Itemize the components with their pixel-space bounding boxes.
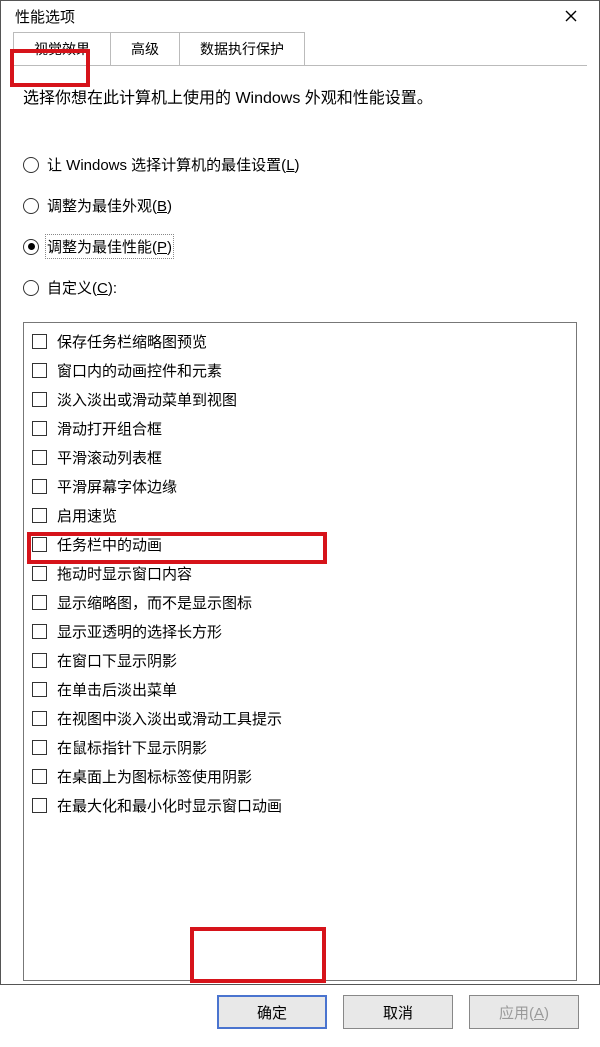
option-item[interactable]: 在桌面上为图标标签使用阴影 <box>30 762 570 791</box>
intro-text: 选择你想在此计算机上使用的 Windows 外观和性能设置。 <box>23 84 577 108</box>
checkbox-icon <box>32 566 47 581</box>
option-label: 窗口内的动画控件和元素 <box>57 360 222 381</box>
options-listbox[interactable]: 保存任务栏缩略图预览窗口内的动画控件和元素淡入淡出或滑动菜单到视图滑动打开组合框… <box>23 322 577 981</box>
radio-let-windows[interactable]: 让 Windows 选择计算机的最佳设置(L) <box>23 154 577 175</box>
option-label: 在窗口下显示阴影 <box>57 650 177 671</box>
checkbox-icon <box>32 595 47 610</box>
apply-button[interactable]: 应用(A) <box>469 995 579 1029</box>
option-item[interactable]: 滑动打开组合框 <box>30 414 570 443</box>
radio-icon <box>23 280 39 296</box>
close-button[interactable] <box>551 1 591 31</box>
option-label: 滑动打开组合框 <box>57 418 162 439</box>
checkbox-icon <box>32 363 47 378</box>
tabs: 视觉效果 高级 数据执行保护 <box>1 31 599 65</box>
checkbox-icon <box>32 653 47 668</box>
option-item[interactable]: 启用速览 <box>30 501 570 530</box>
option-label: 启用速览 <box>57 505 117 526</box>
option-item[interactable]: 淡入淡出或滑动菜单到视图 <box>30 385 570 414</box>
tab-dep[interactable]: 数据执行保护 <box>179 32 305 66</box>
window-title: 性能选项 <box>15 6 75 27</box>
option-label: 显示亚透明的选择长方形 <box>57 621 222 642</box>
tab-visual-effects[interactable]: 视觉效果 <box>13 32 111 66</box>
checkbox-icon <box>32 798 47 813</box>
ok-button[interactable]: 确定 <box>217 995 327 1029</box>
checkbox-icon <box>32 479 47 494</box>
checkbox-icon <box>32 508 47 523</box>
option-label: 在最大化和最小化时显示窗口动画 <box>57 795 282 816</box>
checkbox-icon <box>32 421 47 436</box>
radio-icon <box>23 239 39 255</box>
titlebar: 性能选项 <box>1 1 599 31</box>
radio-custom[interactable]: 自定义(C): <box>23 277 577 298</box>
option-label: 在鼠标指针下显示阴影 <box>57 737 207 758</box>
option-label: 显示缩略图，而不是显示图标 <box>57 592 252 613</box>
tab-content: 选择你想在此计算机上使用的 Windows 外观和性能设置。 让 Windows… <box>13 65 587 991</box>
checkbox-icon <box>32 682 47 697</box>
dialog-buttons: 确定 取消 应用(A) <box>1 991 599 1047</box>
checkbox-icon <box>32 624 47 639</box>
option-item[interactable]: 任务栏中的动画 <box>30 530 570 559</box>
option-item[interactable]: 窗口内的动画控件和元素 <box>30 356 570 385</box>
option-label: 淡入淡出或滑动菜单到视图 <box>57 389 237 410</box>
option-item[interactable]: 显示缩略图，而不是显示图标 <box>30 588 570 617</box>
radio-group: 让 Windows 选择计算机的最佳设置(L) 调整为最佳外观(B) 调整为最佳… <box>23 142 577 318</box>
checkbox-icon <box>32 392 47 407</box>
cancel-button[interactable]: 取消 <box>343 995 453 1029</box>
close-icon <box>565 10 577 22</box>
radio-best-performance[interactable]: 调整为最佳性能(P) <box>23 236 577 257</box>
checkbox-icon <box>32 769 47 784</box>
radio-icon <box>23 198 39 214</box>
radio-best-appearance[interactable]: 调整为最佳外观(B) <box>23 195 577 216</box>
option-item[interactable]: 保存任务栏缩略图预览 <box>30 327 570 356</box>
option-label: 在桌面上为图标标签使用阴影 <box>57 766 252 787</box>
checkbox-icon <box>32 711 47 726</box>
checkbox-icon <box>32 537 47 552</box>
checkbox-icon <box>32 450 47 465</box>
option-label: 在视图中淡入淡出或滑动工具提示 <box>57 708 282 729</box>
option-label: 拖动时显示窗口内容 <box>57 563 192 584</box>
radio-icon <box>23 157 39 173</box>
option-item[interactable]: 显示亚透明的选择长方形 <box>30 617 570 646</box>
option-item[interactable]: 在单击后淡出菜单 <box>30 675 570 704</box>
option-label: 平滑滚动列表框 <box>57 447 162 468</box>
option-label: 保存任务栏缩略图预览 <box>57 331 207 352</box>
option-label: 平滑屏幕字体边缘 <box>57 476 177 497</box>
performance-options-window: 性能选项 视觉效果 高级 数据执行保护 选择你想在此计算机上使用的 Window… <box>0 0 600 985</box>
option-label: 任务栏中的动画 <box>57 534 162 555</box>
option-item[interactable]: 在最大化和最小化时显示窗口动画 <box>30 791 570 820</box>
option-item[interactable]: 拖动时显示窗口内容 <box>30 559 570 588</box>
checkbox-icon <box>32 334 47 349</box>
checkbox-icon <box>32 740 47 755</box>
tab-advanced[interactable]: 高级 <box>110 32 180 66</box>
option-label: 在单击后淡出菜单 <box>57 679 177 700</box>
option-item[interactable]: 在鼠标指针下显示阴影 <box>30 733 570 762</box>
option-item[interactable]: 在视图中淡入淡出或滑动工具提示 <box>30 704 570 733</box>
option-item[interactable]: 平滑滚动列表框 <box>30 443 570 472</box>
option-item[interactable]: 平滑屏幕字体边缘 <box>30 472 570 501</box>
option-item[interactable]: 在窗口下显示阴影 <box>30 646 570 675</box>
